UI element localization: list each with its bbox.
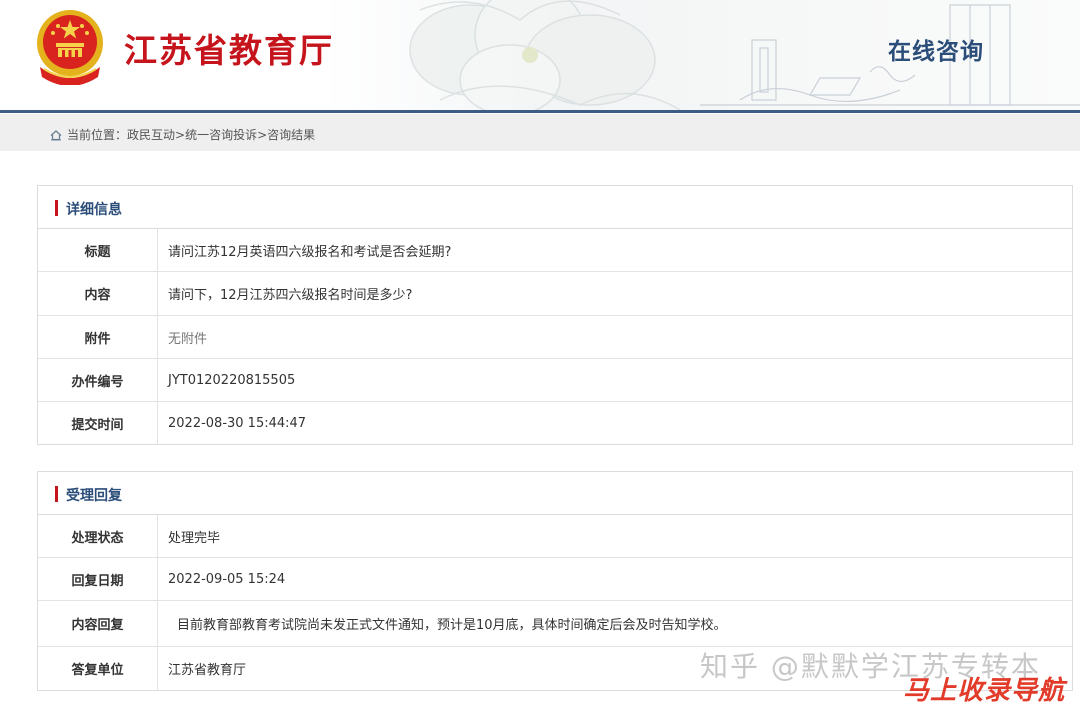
breadcrumb-prefix: 当前位置： [67,128,128,142]
field-label: 回复日期 [38,558,158,600]
field-value: 2022-08-30 15:44:47 [168,415,307,431]
detail-panel-title: 详细信息 [66,202,122,218]
reply-row-status: 处理状态 处理完毕 [38,515,1072,558]
national-emblem-icon [37,10,103,85]
breadcrumb-link-result[interactable]: 咨询结果 [267,126,315,143]
field-value: 处理完毕 [168,530,221,546]
detail-panel-header: 详细信息 [38,186,1072,229]
home-icon [50,129,62,140]
field-label: 内容回复 [38,601,158,646]
section-marker [55,486,58,502]
field-label: 答复单位 [38,647,158,690]
detail-row-content: 内容 请问下，12月江苏四六级报名时间是多少? [38,272,1072,316]
reply-panel-header: 受理回复 [38,472,1072,515]
field-value: 2022-09-05 15:24 [168,571,286,587]
site-watermark: 马上收录导航 [903,676,1066,706]
breadcrumb-bar: 当前位置： 政民互动 > 统一咨询投诉 > 咨询结果 [0,114,1080,151]
field-label: 办件编号 [38,359,158,401]
header-divider [0,110,1080,113]
reply-panel-title: 受理回复 [66,488,122,504]
reply-row-date: 回复日期 2022-09-05 15:24 [38,558,1072,601]
field-value: 目前教育部教育考试院尚未发正式文件通知，预计是10月底，具体时间确定后会及时告知… [177,618,727,633]
site-title: 江苏省教育厅 [124,31,334,70]
detail-panel: 详细信息 标题 请问江苏12月英语四六级报名和考试是否会延期? 内容 请问下，1… [37,185,1073,445]
flower-background-icon [409,0,681,113]
detail-row-submit-time: 提交时间 2022-08-30 15:44:47 [38,402,1072,444]
breadcrumb-link-interaction[interactable]: 政民互动 [127,126,175,143]
breadcrumb: 当前位置： 政民互动 > 统一咨询投诉 > 咨询结果 [50,126,315,143]
detail-row-attachment: 附件 无附件 [38,316,1072,359]
field-value: 无附件 [168,331,208,347]
site-header: 江苏省教育厅 在线咨询 [0,0,1080,113]
field-label: 提交时间 [38,402,158,444]
field-value: 请问下，12月江苏四六级报名时间是多少? [168,288,413,303]
field-label: 附件 [38,316,158,358]
breadcrumb-link-complaints[interactable]: 统一咨询投诉 [185,126,257,143]
field-value: 请问江苏12月英语四六级报名和考试是否会延期? [168,244,452,260]
detail-row-title: 标题 请问江苏12月英语四六级报名和考试是否会延期? [38,229,1072,272]
field-value: JYT0120220815505 [168,372,296,388]
field-label: 标题 [38,229,158,271]
section-tag: 在线咨询 [888,39,984,65]
detail-row-case-number: 办件编号 JYT0120220815505 [38,359,1072,402]
reply-row-content: 内容回复 目前教育部教育考试院尚未发正式文件通知，预计是10月底，具体时间确定后… [38,601,1072,647]
section-marker [55,200,58,216]
breadcrumb-separator: > [257,127,268,142]
field-label: 处理状态 [38,515,158,557]
breadcrumb-separator: > [175,127,186,142]
field-label: 内容 [38,272,158,315]
